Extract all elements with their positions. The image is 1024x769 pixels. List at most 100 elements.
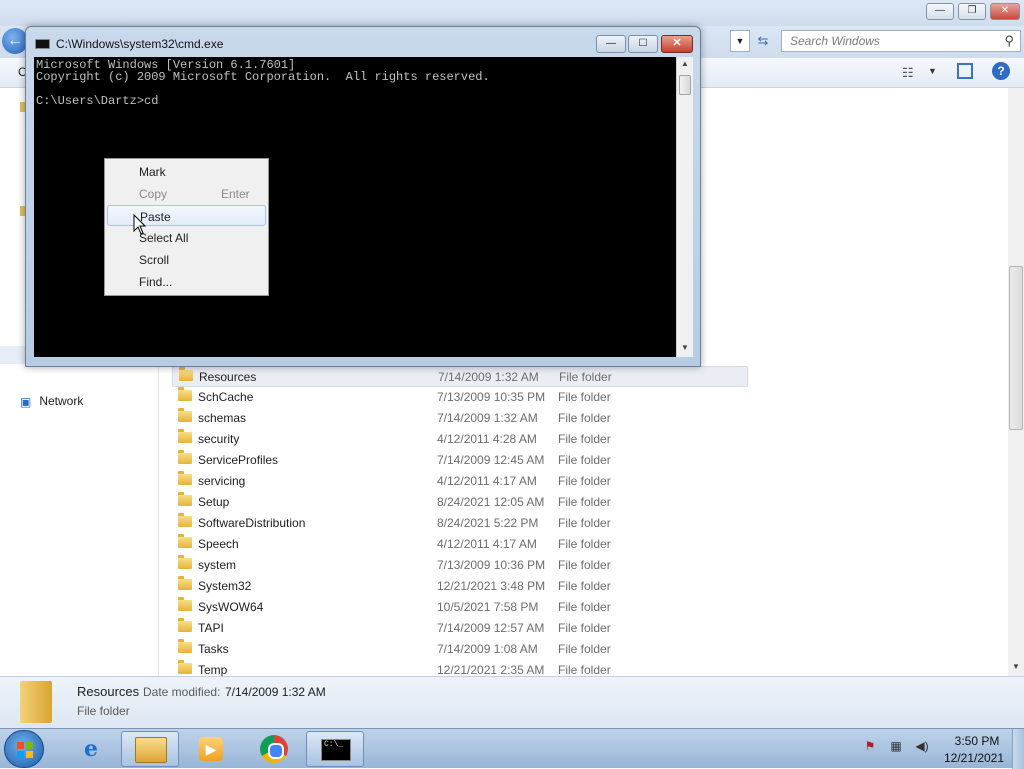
details-date-value: 7/14/2009 1:32 AM (225, 685, 326, 699)
file-list-scrollbar[interactable]: ▼ (1008, 88, 1024, 676)
file-row[interactable]: SysWOW64 10/5/2021 7:58 PM File folder (172, 597, 748, 618)
menu-item-find[interactable]: Find... (107, 271, 266, 292)
file-type: File folder (558, 474, 611, 488)
file-date-modified: 7/14/2009 1:08 AM (437, 642, 538, 656)
menu-item-scroll[interactable]: Scroll (107, 249, 266, 270)
explorer-title-bar[interactable]: — ❐ ✕ (0, 0, 1024, 26)
file-row[interactable]: system 7/13/2009 10:36 PM File folder (172, 555, 748, 576)
file-row[interactable]: security 4/12/2011 4:28 AM File folder (172, 429, 748, 450)
taskbar-windows-explorer[interactable] (121, 731, 179, 767)
file-row[interactable]: SchCache 7/13/2009 10:35 PM File folder (172, 387, 748, 408)
file-row[interactable]: Setup 8/24/2021 12:05 AM File folder (172, 492, 748, 513)
file-name: Speech (198, 537, 239, 551)
file-row[interactable]: System32 12/21/2021 3:48 PM File folder (172, 576, 748, 597)
file-row[interactable]: Tasks 7/14/2009 1:08 AM File folder (172, 639, 748, 660)
change-view-icon[interactable]: ☷ (902, 65, 914, 81)
file-type: File folder (558, 432, 611, 446)
chrome-icon (260, 735, 288, 763)
command-prompt-icon: C:\_ (321, 739, 351, 761)
taskbar: e ▶ C:\_ ⚑ ▦ ◀) 3:50 PM 12/21/2021 (0, 728, 1024, 769)
console-scrollbar[interactable]: ▲ ▼ (676, 57, 693, 357)
file-name: Resources (199, 370, 257, 384)
media-player-icon: ▶ (199, 737, 223, 761)
scroll-down-arrow[interactable]: ▼ (1012, 662, 1020, 671)
file-row[interactable]: Temp 12/21/2021 2:35 AM File folder (172, 660, 748, 676)
folder-icon (178, 576, 192, 590)
mouse-cursor-icon (133, 214, 147, 235)
file-type: File folder (558, 516, 611, 530)
file-type: File folder (558, 642, 611, 656)
preview-pane-icon[interactable] (957, 63, 973, 79)
scroll-up-arrow[interactable]: ▲ (681, 59, 689, 68)
file-row[interactable]: Speech 4/12/2011 4:17 AM File folder (172, 534, 748, 555)
clock-date[interactable]: 12/21/2021 (940, 751, 1008, 765)
file-row[interactable]: servicing 4/12/2011 4:17 AM File folder (172, 471, 748, 492)
folder-icon (178, 387, 192, 401)
menu-item-mark[interactable]: Mark (107, 161, 266, 182)
folder-icon (179, 367, 193, 381)
start-button[interactable] (4, 730, 44, 768)
file-list: Resources 7/14/2009 1:32 AM File folder Sch… (172, 366, 752, 676)
cmd-maximize-button[interactable]: ☐ (628, 35, 658, 53)
folder-icon (178, 513, 192, 527)
explorer-restore-button[interactable]: ❐ (958, 3, 986, 20)
file-row[interactable]: ServiceProfiles 7/14/2009 12:45 AM File fo… (172, 450, 748, 471)
file-row[interactable]: TAPI 7/14/2009 12:57 AM File folder (172, 618, 748, 639)
file-name: System32 (198, 579, 252, 593)
taskbar-chrome[interactable] (245, 731, 303, 767)
help-icon[interactable]: ? (992, 62, 1010, 80)
folder-icon (178, 555, 192, 569)
volume-icon[interactable]: ◀) (914, 739, 930, 757)
file-row[interactable]: schemas 7/14/2009 1:32 AM File folder (172, 408, 748, 429)
menu-item-select-all[interactable]: Select All (107, 227, 266, 248)
file-date-modified: 7/13/2009 10:36 PM (437, 558, 546, 572)
file-type: File folder (558, 411, 611, 425)
console-scroll-down-arrow[interactable]: ▼ (681, 343, 689, 352)
address-dropdown-button[interactable]: ▼ (730, 30, 750, 52)
nav-item-network[interactable]: ▣ Network (20, 394, 83, 409)
show-desktop-button[interactable] (1012, 729, 1024, 769)
file-type: File folder (558, 663, 611, 676)
cmd-close-button[interactable]: ✕ (661, 35, 693, 53)
file-type: File folder (558, 600, 611, 614)
file-name: Setup (198, 495, 230, 509)
file-date-modified: 12/21/2021 2:35 AM (437, 663, 545, 676)
refresh-button[interactable]: ⇆ (752, 30, 774, 52)
action-center-flag-icon[interactable]: ⚑ (862, 739, 878, 757)
nav-network-label: Network (39, 394, 84, 408)
taskbar-internet-explorer[interactable]: e (62, 731, 120, 767)
file-row[interactable]: Resources 7/14/2009 1:32 AM File folder (172, 366, 748, 387)
file-row[interactable]: SoftwareDistribution 8/24/2021 5:22 PM Fil… (172, 513, 748, 534)
file-date-modified: 4/12/2011 4:17 AM (437, 537, 537, 551)
console-line: Copyright (c) 2009 Microsoft Corporation… (36, 70, 490, 84)
folder-icon (178, 450, 192, 464)
cmd-minimize-button[interactable]: — (596, 35, 626, 53)
details-date-label: Date modified: (143, 685, 221, 699)
search-input[interactable]: Search Windows ⚲ (781, 30, 1021, 52)
file-date-modified: 12/21/2021 3:48 PM (437, 579, 546, 593)
explorer-close-button[interactable]: ✕ (990, 3, 1020, 20)
explorer-minimize-button[interactable]: — (926, 3, 954, 20)
view-options-arrow[interactable]: ▼ (928, 66, 937, 76)
cmd-app-icon[interactable] (35, 39, 50, 49)
network-tray-icon[interactable]: ▦ (888, 739, 904, 757)
file-name: SoftwareDistribution (198, 516, 306, 530)
console-scroll-thumb[interactable] (679, 75, 691, 95)
file-date-modified: 4/12/2011 4:28 AM (437, 432, 537, 446)
folder-icon (178, 660, 192, 674)
file-date-modified: 10/5/2021 7:58 PM (437, 600, 539, 614)
file-name: ServiceProfiles (198, 453, 279, 467)
scrollbar-thumb[interactable] (1009, 266, 1023, 430)
folder-icon (178, 597, 192, 611)
menu-item-label: Mark (139, 165, 166, 179)
file-name: SysWOW64 (198, 600, 264, 614)
file-type: File folder (559, 370, 612, 384)
taskbar-media-player[interactable]: ▶ (182, 731, 240, 767)
details-file-type: File folder (77, 704, 130, 718)
file-name: security (198, 432, 240, 446)
taskbar-command-prompt[interactable]: C:\_ (306, 731, 364, 767)
clock-time[interactable]: 3:50 PM (946, 734, 1008, 748)
search-icon[interactable]: ⚲ (1004, 33, 1014, 49)
folder-icon (178, 618, 192, 632)
menu-item-paste[interactable]: Paste (107, 205, 266, 226)
